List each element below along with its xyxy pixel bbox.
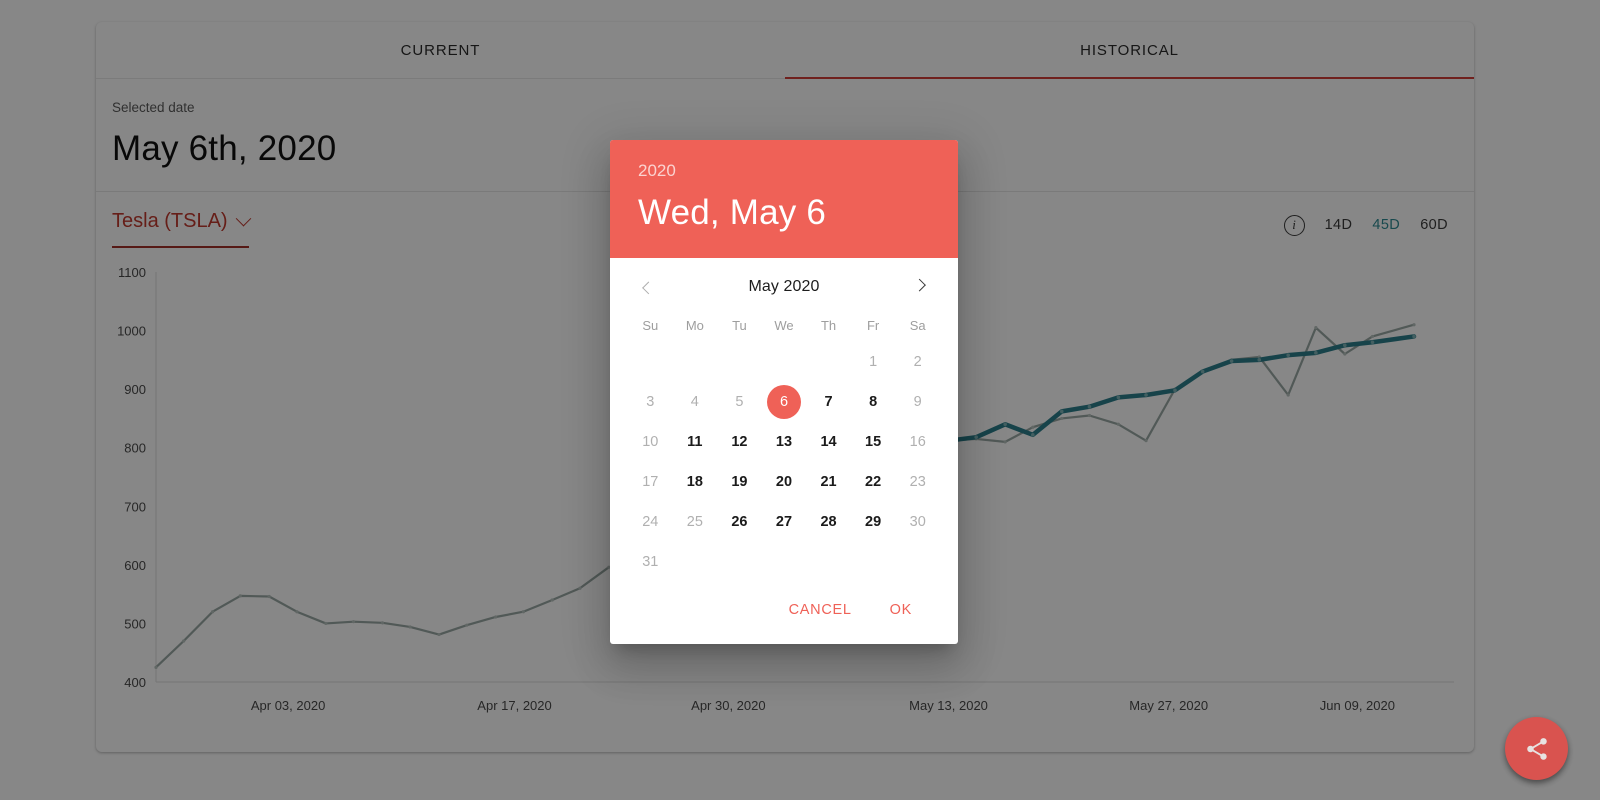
day-22[interactable]: 22 <box>856 465 890 499</box>
day-cell: 11 <box>673 422 718 462</box>
day-cell: 20 <box>762 462 807 502</box>
day-17: 17 <box>642 473 659 490</box>
day-8[interactable]: 8 <box>856 385 890 419</box>
day-cell: 10 <box>628 422 673 462</box>
day-cell: 22 <box>851 462 896 502</box>
day-cell: 9 <box>895 382 940 422</box>
day-cell: 7 <box>806 382 851 422</box>
day-13[interactable]: 13 <box>767 425 801 459</box>
day-24: 24 <box>642 513 659 530</box>
day-23: 23 <box>909 473 926 490</box>
day-cell: 1 <box>851 342 896 382</box>
share-icon <box>1526 737 1547 760</box>
day-20[interactable]: 20 <box>767 465 801 499</box>
day-cell-empty <box>717 342 762 382</box>
day-14[interactable]: 14 <box>812 425 846 459</box>
day-19[interactable]: 19 <box>722 465 756 499</box>
day-12[interactable]: 12 <box>722 425 756 459</box>
day-15[interactable]: 15 <box>856 425 890 459</box>
day-cell: 16 <box>895 422 940 462</box>
dialog-selected-day-title[interactable]: Wed, May 6 <box>638 194 930 232</box>
day-3: 3 <box>646 393 655 410</box>
cancel-button[interactable]: CANCEL <box>779 594 862 626</box>
day-5: 5 <box>735 393 744 410</box>
day-cell: 13 <box>762 422 807 462</box>
day-cell: 3 <box>628 382 673 422</box>
day-30: 30 <box>909 513 926 530</box>
month-navigation: May 2020 <box>624 264 944 310</box>
weekday-header-row: Su Mo Tu We Th Fr Sa <box>624 310 944 342</box>
day-cell: 30 <box>895 502 940 542</box>
day-cell-empty <box>806 342 851 382</box>
day-cell: 17 <box>628 462 673 502</box>
day-cell-empty <box>673 342 718 382</box>
day-29[interactable]: 29 <box>856 505 890 539</box>
day-6[interactable]: 6 <box>766 384 801 419</box>
day-cell-empty <box>762 342 807 382</box>
day-cell: 27 <box>762 502 807 542</box>
day-grid: 1 2 3 4 5 6 7 8 9 10 11 12 13 14 15 16 17 18 19 20 21 22 23 24 2… <box>624 342 944 582</box>
day-cell: 15 <box>851 422 896 462</box>
weekday-label: Tu <box>732 318 747 334</box>
day-cell: 26 <box>717 502 762 542</box>
day-11[interactable]: 11 <box>678 425 712 459</box>
day-31: 31 <box>642 553 659 570</box>
weekday-label: Mo <box>685 318 704 334</box>
next-month-button[interactable] <box>909 276 931 298</box>
weekday-label: Fr <box>866 318 880 334</box>
day-cell: 29 <box>851 502 896 542</box>
weekday-label: Su <box>642 318 659 334</box>
day-cell: 25 <box>673 502 718 542</box>
dialog-actions: CANCEL OK <box>624 582 944 644</box>
date-picker-header: 2020 Wed, May 6 <box>610 140 958 258</box>
day-cell: 6 <box>762 382 807 422</box>
day-27[interactable]: 27 <box>767 505 801 539</box>
day-cell-empty <box>628 342 673 382</box>
day-4: 4 <box>690 393 699 410</box>
day-cell: 8 <box>851 382 896 422</box>
day-7[interactable]: 7 <box>812 385 846 419</box>
ok-button[interactable]: OK <box>880 594 922 626</box>
day-2: 2 <box>913 353 922 370</box>
chevron-left-icon <box>641 281 655 295</box>
prev-month-button[interactable] <box>637 276 659 298</box>
day-cell: 14 <box>806 422 851 462</box>
day-cell: 2 <box>895 342 940 382</box>
app-root: CURRENT HISTORICAL Selected date May 6th… <box>0 0 1600 800</box>
day-10: 10 <box>642 433 659 450</box>
weekday-label: We <box>774 318 794 334</box>
day-cell: 5 <box>717 382 762 422</box>
day-26[interactable]: 26 <box>722 505 756 539</box>
day-cell: 19 <box>717 462 762 502</box>
dialog-year[interactable]: 2020 <box>638 162 930 179</box>
day-16: 16 <box>909 433 926 450</box>
chevron-right-icon <box>913 278 927 292</box>
weekday-label: Th <box>820 318 837 334</box>
day-25: 25 <box>686 513 703 530</box>
weekday-label: Sa <box>909 318 926 334</box>
day-cell: 31 <box>628 542 673 582</box>
share-fab-button[interactable] <box>1505 717 1568 780</box>
date-picker-dialog: 2020 Wed, May 6 May 2020 Su Mo Tu We Th Fr Sa … <box>610 140 958 644</box>
day-cell: 21 <box>806 462 851 502</box>
day-18[interactable]: 18 <box>678 465 712 499</box>
day-9: 9 <box>913 393 922 410</box>
day-cell: 28 <box>806 502 851 542</box>
day-28[interactable]: 28 <box>812 505 846 539</box>
day-cell: 24 <box>628 502 673 542</box>
day-1: 1 <box>869 353 878 370</box>
day-21[interactable]: 21 <box>812 465 846 499</box>
day-cell: 4 <box>673 382 718 422</box>
day-cell: 18 <box>673 462 718 502</box>
day-cell: 12 <box>717 422 762 462</box>
current-month-label: May 2020 <box>748 277 820 295</box>
date-picker-body: May 2020 Su Mo Tu We Th Fr Sa 1 2 3 4 5 6 7 8 9 10 11 12 1… <box>610 258 958 644</box>
day-cell: 23 <box>895 462 940 502</box>
